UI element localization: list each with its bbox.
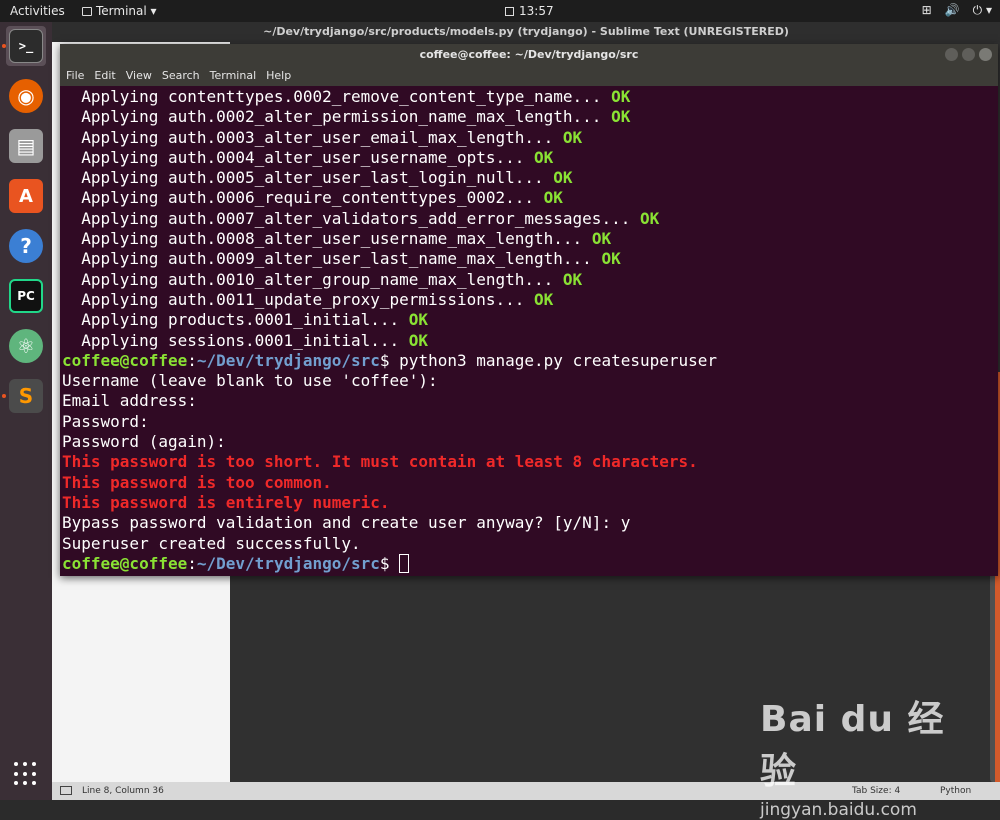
network-icon[interactable]: ⊞ <box>922 3 932 18</box>
password-again-prompt: Password (again): <box>62 432 226 452</box>
pycharm-icon: PC <box>9 279 43 313</box>
activities-button[interactable]: Activities <box>10 4 65 18</box>
maximize-icon[interactable] <box>962 48 975 61</box>
terminal-icon <box>82 6 92 16</box>
sublime-title: ~/Dev/trydjango/src/products/models.py (… <box>52 22 1000 42</box>
baidu-watermark: Bai du 经验 jingyan.baidu.com <box>760 690 980 820</box>
atom-icon: ⚛ <box>9 329 43 363</box>
migration-line: Applying auth.0009_alter_user_last_name_… <box>62 249 621 269</box>
help-icon: ? <box>9 229 43 263</box>
dock-pycharm[interactable]: PC <box>6 276 46 316</box>
terminal-titlebar[interactable]: coffee@coffee: ~/Dev/trydjango/src <box>60 44 998 66</box>
cursor-position: Line 8, Column 36 <box>82 786 164 796</box>
prompt-path: ~/Dev/trydjango/src <box>196 553 380 573</box>
success-message: Superuser created successfully. <box>62 533 361 553</box>
migration-line: Applying contenttypes.0002_remove_conten… <box>62 87 631 106</box>
terminal-icon: >_ <box>9 29 43 63</box>
migration-line: Applying auth.0010_alter_group_name_max_… <box>62 269 583 289</box>
terminal-cursor[interactable] <box>399 553 410 573</box>
app-menu-label: Terminal ▾ <box>96 4 157 18</box>
migration-line: Applying auth.0007_alter_validators_add_… <box>62 208 660 228</box>
menu-search[interactable]: Search <box>162 66 200 86</box>
app-menu[interactable]: Terminal ▾ <box>82 4 157 18</box>
migration-line: Applying sessions.0001_initial... OK <box>62 330 429 350</box>
terminal-window[interactable]: coffee@coffee: ~/Dev/trydjango/src File … <box>60 44 998 576</box>
menu-terminal[interactable]: Terminal <box>210 66 257 86</box>
menu-view[interactable]: View <box>126 66 152 86</box>
migration-line: Applying products.0001_initial... OK <box>62 310 429 330</box>
terminal-menubar: File Edit View Search Terminal Help <box>60 66 998 86</box>
running-indicator <box>2 44 6 48</box>
dock-help[interactable]: ? <box>6 226 46 266</box>
prompt-user: coffee@coffee <box>62 553 188 573</box>
dock-terminal[interactable]: >_ <box>6 26 46 66</box>
migration-line: Applying auth.0002_alter_permission_name… <box>62 107 631 127</box>
email-prompt: Email address: <box>62 391 197 411</box>
top-bar: Activities Terminal ▾ 13:57 ⊞ 🔊 ⏻ ▾ <box>0 0 1000 22</box>
dock-firefox[interactable]: ◉ <box>6 76 46 116</box>
dock-sublime[interactable]: S <box>6 376 46 416</box>
error-line: This password is too common. <box>62 472 332 492</box>
migration-line: Applying auth.0008_alter_user_username_m… <box>62 229 612 249</box>
dock-software[interactable]: A <box>6 176 46 216</box>
active-prompt-line: coffee@coffee:~/Dev/trydjango/src$ <box>62 553 996 574</box>
sublime-icon: S <box>9 379 43 413</box>
power-icon[interactable]: ⏻ ▾ <box>973 3 992 18</box>
migration-line: Applying auth.0004_alter_user_username_o… <box>62 147 554 167</box>
watermark-url: jingyan.baidu.com <box>760 800 917 820</box>
error-line: This password is too short. It must cont… <box>62 452 698 472</box>
clock-time: 13:57 <box>519 4 554 18</box>
migration-line: Applying auth.0005_alter_user_last_login… <box>62 168 573 188</box>
watermark-logo: Bai du 经验 <box>760 699 945 792</box>
prompt-user: coffee@coffee <box>62 350 188 370</box>
menu-help[interactable]: Help <box>266 66 291 86</box>
migration-line: Applying auth.0006_require_contenttypes_… <box>62 188 563 208</box>
system-tray[interactable]: ⊞ 🔊 ⏻ ▾ <box>922 3 992 18</box>
menu-edit[interactable]: Edit <box>94 66 115 86</box>
minimize-icon[interactable] <box>945 48 958 61</box>
dock-files[interactable]: ▤ <box>6 126 46 166</box>
migration-line: Applying auth.0011_update_proxy_permissi… <box>62 289 554 309</box>
calendar-icon <box>505 6 514 16</box>
migration-line: Applying auth.0003_alter_user_email_max_… <box>62 127 583 147</box>
files-icon: ▤ <box>9 129 43 163</box>
command-line: coffee@coffee:~/Dev/trydjango/src$ pytho… <box>62 350 718 370</box>
close-icon[interactable] <box>979 48 992 61</box>
terminal-output[interactable]: Applying contenttypes.0002_remove_conten… <box>62 87 996 575</box>
bypass-prompt: Bypass password validation and create us… <box>62 513 631 533</box>
terminal-title: coffee@coffee: ~/Dev/trydjango/src <box>419 48 639 61</box>
running-indicator <box>2 394 6 398</box>
username-prompt: Username (leave blank to use 'coffee'): <box>62 371 438 391</box>
dock: >_ ◉ ▤ A ? PC ⚛ S <box>0 22 52 800</box>
dock-atom[interactable]: ⚛ <box>6 326 46 366</box>
error-line: This password is entirely numeric. <box>62 492 390 512</box>
show-applications-icon[interactable] <box>14 762 38 786</box>
password-prompt: Password: <box>62 411 149 431</box>
software-center-icon: A <box>9 179 43 213</box>
menu-file[interactable]: File <box>66 66 84 86</box>
command-text: python3 manage.py createsuperuser <box>399 350 718 370</box>
firefox-icon: ◉ <box>9 79 43 113</box>
volume-icon[interactable]: 🔊 <box>945 3 960 18</box>
panel-icon[interactable] <box>60 786 72 795</box>
prompt-path: ~/Dev/trydjango/src <box>196 350 380 370</box>
clock[interactable]: 13:57 <box>505 4 554 18</box>
